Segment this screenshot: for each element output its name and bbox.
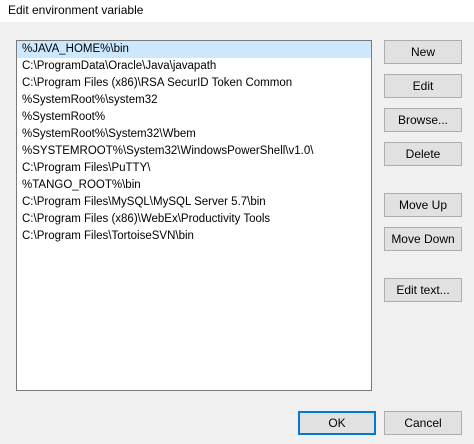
path-list-item[interactable]: C:\Program Files\TortoiseSVN\bin	[17, 228, 371, 245]
edit-text-button[interactable]: Edit text...	[384, 278, 462, 302]
edit-env-variable-dialog: Edit environment variable %JAVA_HOME%\bi…	[0, 0, 474, 444]
path-list-item[interactable]: %SystemRoot%\System32\Wbem	[17, 126, 371, 143]
title-bar: Edit environment variable	[0, 0, 474, 22]
new-button[interactable]: New	[384, 40, 462, 64]
path-list-item[interactable]: C:\Program Files\PuTTY\	[17, 160, 371, 177]
path-list-item[interactable]: %SystemRoot%	[17, 109, 371, 126]
path-list-item[interactable]: %SYSTEMROOT%\System32\WindowsPowerShell\…	[17, 143, 371, 160]
cancel-button[interactable]: Cancel	[384, 411, 462, 435]
path-list-item[interactable]: C:\ProgramData\Oracle\Java\javapath	[17, 58, 371, 75]
browse-button[interactable]: Browse...	[384, 108, 462, 132]
path-list-item[interactable]: C:\Program Files (x86)\WebEx\Productivit…	[17, 211, 371, 228]
delete-button[interactable]: Delete	[384, 142, 462, 166]
edit-button[interactable]: Edit	[384, 74, 462, 98]
ok-button[interactable]: OK	[298, 411, 376, 435]
path-list[interactable]: %JAVA_HOME%\bin C:\ProgramData\Oracle\Jav…	[16, 40, 372, 391]
path-list-item[interactable]: %JAVA_HOME%\bin	[17, 41, 371, 58]
window-title: Edit environment variable	[8, 3, 144, 17]
path-list-item[interactable]: %TANGO_ROOT%\bin	[17, 177, 371, 194]
move-up-button[interactable]: Move Up	[384, 193, 462, 217]
path-list-item[interactable]: %SystemRoot%\system32	[17, 92, 371, 109]
path-list-item[interactable]: C:\Program Files (x86)\RSA SecurID Token…	[17, 75, 371, 92]
path-list-item[interactable]: C:\Program Files\MySQL\MySQL Server 5.7\…	[17, 194, 371, 211]
move-down-button[interactable]: Move Down	[384, 227, 462, 251]
